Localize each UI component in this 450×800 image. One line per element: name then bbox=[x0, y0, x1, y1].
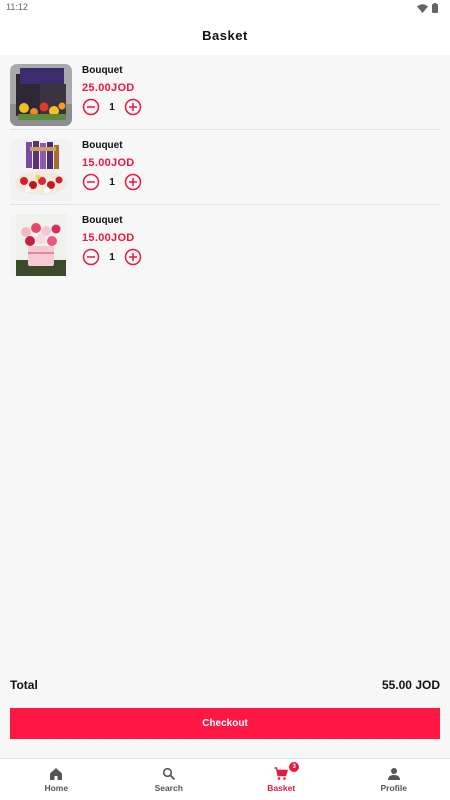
quantity-value: 1 bbox=[109, 176, 115, 188]
nav-label: Basket bbox=[267, 782, 296, 793]
quantity-stepper: 1 bbox=[82, 98, 142, 116]
item-info: Bouquet 15.00JOD 1 bbox=[82, 215, 142, 266]
quantity-stepper: 1 bbox=[82, 248, 142, 266]
search-icon bbox=[162, 767, 175, 780]
wifi-icon bbox=[417, 3, 428, 13]
page-title: Basket bbox=[202, 28, 248, 43]
total-value: 55.00 JOD bbox=[381, 678, 440, 692]
quantity-value: 1 bbox=[109, 251, 115, 263]
item-price: 25.00JOD bbox=[82, 82, 135, 94]
increase-quantity-button[interactable] bbox=[124, 248, 142, 266]
person-icon bbox=[387, 767, 400, 780]
nav-label: Profile bbox=[380, 782, 407, 793]
cart-count-badge: 3 bbox=[289, 762, 300, 772]
nav-label: Home bbox=[44, 782, 69, 793]
item-name: Bouquet bbox=[82, 65, 123, 76]
home-icon bbox=[50, 767, 63, 780]
status-time: 11:12 bbox=[6, 2, 28, 12]
decrease-quantity-button[interactable] bbox=[82, 248, 100, 266]
cart-icon bbox=[274, 766, 289, 780]
item-price: 15.00JOD bbox=[82, 232, 135, 244]
nav-item-search[interactable]: Search bbox=[113, 759, 226, 800]
quantity-value: 1 bbox=[109, 101, 115, 113]
product-image bbox=[10, 139, 72, 201]
product-image bbox=[10, 64, 72, 126]
item-info: Bouquet 25.00JOD 1 bbox=[82, 65, 142, 116]
decrease-quantity-button[interactable] bbox=[82, 173, 100, 191]
app-bar: Basket bbox=[0, 16, 450, 55]
basket-item[interactable]: Bouquet 15.00JOD 1 bbox=[10, 130, 440, 205]
nav-label: Search bbox=[154, 782, 183, 793]
total-label: Total bbox=[10, 678, 38, 692]
increase-quantity-button[interactable] bbox=[124, 98, 142, 116]
battery-icon bbox=[432, 3, 438, 13]
item-price: 15.00JOD bbox=[82, 157, 135, 169]
item-name: Bouquet bbox=[82, 215, 123, 226]
item-info: Bouquet 15.00JOD 1 bbox=[82, 140, 142, 191]
basket-item[interactable]: Bouquet 25.00JOD 1 bbox=[10, 55, 440, 130]
nav-item-basket[interactable]: 3 Basket bbox=[225, 759, 338, 800]
basket-list: Bouquet 25.00JOD 1 Bouquet 15.00JOD 1 Bo… bbox=[0, 55, 450, 280]
status-icons bbox=[417, 3, 438, 13]
quantity-stepper: 1 bbox=[82, 173, 142, 191]
total-row: Total 55.00 JOD bbox=[10, 678, 440, 692]
product-image bbox=[10, 214, 72, 276]
nav-item-home[interactable]: Home bbox=[0, 759, 113, 800]
checkout-button[interactable]: Checkout bbox=[10, 708, 440, 739]
nav-item-profile[interactable]: Profile bbox=[338, 759, 450, 800]
basket-item[interactable]: Bouquet 15.00JOD 1 bbox=[10, 205, 440, 280]
status-bar: 11:12 bbox=[0, 0, 450, 16]
bottom-nav: Home Search 3 Basket Profile bbox=[0, 758, 450, 800]
item-name: Bouquet bbox=[82, 140, 123, 151]
increase-quantity-button[interactable] bbox=[124, 173, 142, 191]
decrease-quantity-button[interactable] bbox=[82, 98, 100, 116]
